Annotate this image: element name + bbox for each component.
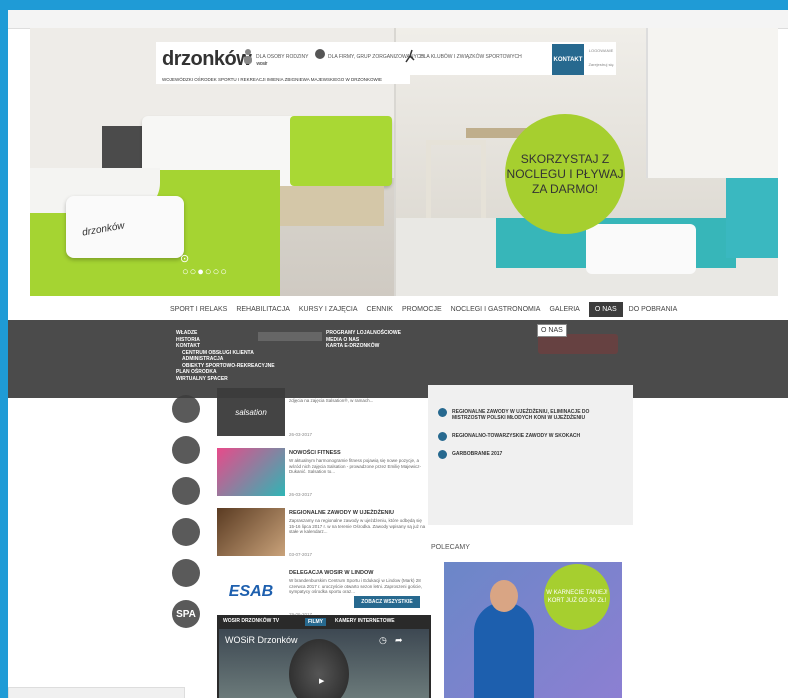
news-text: W aktualnym harmonogramie fitness pojawi… <box>289 458 422 474</box>
mega-item[interactable]: WIRTUALNY SPACER <box>176 376 275 383</box>
news-image <box>217 508 285 556</box>
towel-text: drzonków <box>81 220 126 239</box>
nav-item-o-nas[interactable]: O NAS <box>588 301 623 317</box>
balloon-image <box>289 639 349 698</box>
news-date: 26-03-2017 <box>289 432 313 437</box>
event-badge <box>438 408 447 417</box>
tennis-player <box>474 602 534 698</box>
news-list: salsation zdjęcia na zajęcia Salsation®,… <box>217 388 432 628</box>
tv-title: WOSIR DRZONKÓW TV <box>223 618 280 624</box>
site-subtitle: WOJEWÓDZKI OŚRODEK SPORTU I REKREACJI IM… <box>156 75 410 84</box>
tennis-promo-banner[interactable]: W KARNECIE TANIEJ! KORT JUŻ OD 30 ZŁ! <box>444 562 622 698</box>
news-text: zdjęcia na zajęcia Salsation®, w ramach.… <box>289 398 374 403</box>
logo-small: wosir <box>256 61 267 67</box>
event-badge <box>438 432 447 441</box>
recommend-heading: POLECAMY <box>431 544 470 551</box>
header-link-families[interactable]: DLA OSOBY RODZINY <box>256 54 308 60</box>
bed-right-blanket-2 <box>726 178 778 258</box>
swimming-icon[interactable] <box>172 395 200 423</box>
login-link[interactable]: LOGOWANIE <box>586 44 616 58</box>
runner-icon <box>404 48 416 64</box>
mega-col-2: PROGRAMY LOJALNOŚCIOWE MEDIA O NAS KARTA… <box>326 330 401 350</box>
gear-icon[interactable]: ⊙ <box>180 252 189 265</box>
promo-circle[interactable]: SKORZYSTAJ Z NOCLEGU I PŁYWAJ ZA DARMO! <box>505 114 625 234</box>
event-badge <box>438 450 447 459</box>
news-date: 03-07-2017 <box>289 552 313 557</box>
news-title: NOWOŚCI FITNESS <box>289 450 341 456</box>
group-icon <box>314 48 326 64</box>
fitness-icon[interactable] <box>172 518 200 546</box>
news-title: REGIONALNE ZAWODY W UJEŻDŻENIU <box>289 510 395 516</box>
nav-item-galeria[interactable]: GALERIA <box>549 306 579 313</box>
logo-text: drzonków <box>162 48 252 70</box>
nav-item-cennik[interactable]: CENNIK <box>367 306 393 313</box>
nav-item-rehabilitacja[interactable]: REHABILITACJA <box>236 306 290 313</box>
event-item[interactable]: REGIONALNE ZAWODY W UJEŻDŻENIU, ELIMINAC… <box>438 408 608 421</box>
tab-kamery[interactable]: KAMERY INTERNETOWE <box>335 618 395 624</box>
browser-page: drzonków ⊙ ○○●○○○ SKORZYSTAJ Z NOCLEGU I… <box>8 10 788 698</box>
register-link[interactable]: Zarejestruj się <box>586 58 616 72</box>
spa-icon[interactable]: SPA <box>172 600 200 628</box>
towel: drzonków <box>66 196 184 258</box>
volleyball-icon[interactable] <box>172 559 200 587</box>
site-header: drzonków wosir DLA OSOBY RODZINY DLA FIR… <box>156 42 616 75</box>
news-item[interactable]: REGIONALNE ZAWODY W UJEŻDŻENIU Zapraszam… <box>217 508 432 563</box>
nav-item-noclegi[interactable]: NOCLEGI I GASTRONOMIA <box>451 306 541 313</box>
tab-filmy[interactable]: FILMY <box>305 618 326 626</box>
event-text: REGIONALNO-TOWARZYSKIE ZAWODY W SKOKACH <box>452 433 581 439</box>
nav-item-sport[interactable]: SPORT I RELAKS <box>170 306 227 313</box>
mega-item[interactable]: PROGRAMY LOJALNOŚCIOWE <box>326 330 401 337</box>
nav-tooltip: O NAS <box>537 324 567 337</box>
slider-dots[interactable]: ○○●○○○ <box>182 266 228 278</box>
tennis-player-head <box>490 580 518 612</box>
bottom-widget[interactable] <box>8 687 185 698</box>
news-image <box>217 448 285 496</box>
news-text: W brandenburskim Centrum Sportu i Edukac… <box>289 578 423 594</box>
video-title: WOSiR Drzonków <box>225 635 298 645</box>
person-icon <box>242 48 254 64</box>
share-icon[interactable]: ➦ <box>395 635 403 646</box>
nav-item-kursy[interactable]: KURSY I ZAJĘCIA <box>299 306 358 313</box>
event-item[interactable]: REGIONALNO-TOWARZYSKIE ZAWODY W SKOKACH <box>438 432 608 441</box>
play-icon[interactable]: ▶ <box>319 677 324 685</box>
mega-col-1: WŁADZE HISTORIA KONTAKT CENTRUM OBSŁUGI … <box>176 330 275 382</box>
browser-top-strip <box>8 10 788 29</box>
event-text: GARBOBRANIE 2017 <box>452 451 503 457</box>
team-icon[interactable] <box>172 477 200 505</box>
main-nav: SPORT I RELAKS REHABILITACJA KURSY I ZAJ… <box>170 300 686 318</box>
news-image: ESAB <box>217 568 285 616</box>
clock-icon[interactable]: ◷ <box>379 635 387 646</box>
bed-back-blanket <box>290 116 392 186</box>
tv-header: WOSIR DRZONKÓW TV FILMY KAMERY INTERNETO… <box>217 615 431 627</box>
contact-button[interactable]: KONTAKT <box>552 44 584 75</box>
event-item[interactable]: GARBOBRANIE 2017 <box>438 450 608 459</box>
news-item[interactable]: NOWOŚCI FITNESS W aktualnym harmonogrami… <box>217 448 432 503</box>
see-all-button[interactable]: ZOBACZ WSZYSTKIE <box>354 596 420 608</box>
tennis-promo-text: W KARNECIE TANIEJ! KORT JUŻ OD 30 ZŁ! <box>544 564 610 630</box>
video-player[interactable]: WOSiR Drzonków ◷ ➦ ▶ <box>219 629 429 698</box>
header-link-clubs[interactable]: DLA KLUBÓW I ZWIĄZKÓW SPORTOWYCH <box>420 54 522 60</box>
event-text: REGIONALNE ZAWODY W UJEŻDŻENIU, ELIMINAC… <box>452 409 590 421</box>
category-icons: SPA <box>172 395 200 641</box>
nav-item-promocje[interactable]: PROMOCJE <box>402 306 442 313</box>
nav-item-do-pobrania[interactable]: DO POBRANIA <box>629 306 678 313</box>
news-date: 26-03-2017 <box>289 492 313 497</box>
news-text: Zapraszamy na regionalne zawody w ujeżdż… <box>289 518 426 534</box>
wardrobe <box>646 28 778 178</box>
towel-right <box>586 224 696 274</box>
events-panel: REGIONALNE ZAWODY W UJEŻDŻENIU, ELIMINAC… <box>428 385 633 525</box>
news-title: DELEGACJA WOSIR W LINDOW <box>289 570 374 576</box>
mega-item[interactable]: KARTA E-DRZONKÓW <box>326 343 401 350</box>
mega-red-bg <box>538 334 618 354</box>
sports-icon[interactable] <box>172 436 200 464</box>
mega-menu: WŁADZE HISTORIA KONTAKT CENTRUM OBSŁUGI … <box>8 320 788 398</box>
tv-widget: WOSIR DRZONKÓW TV FILMY KAMERY INTERNETO… <box>217 615 431 698</box>
login-box: LOGOWANIE Zarejestruj się <box>586 44 616 75</box>
